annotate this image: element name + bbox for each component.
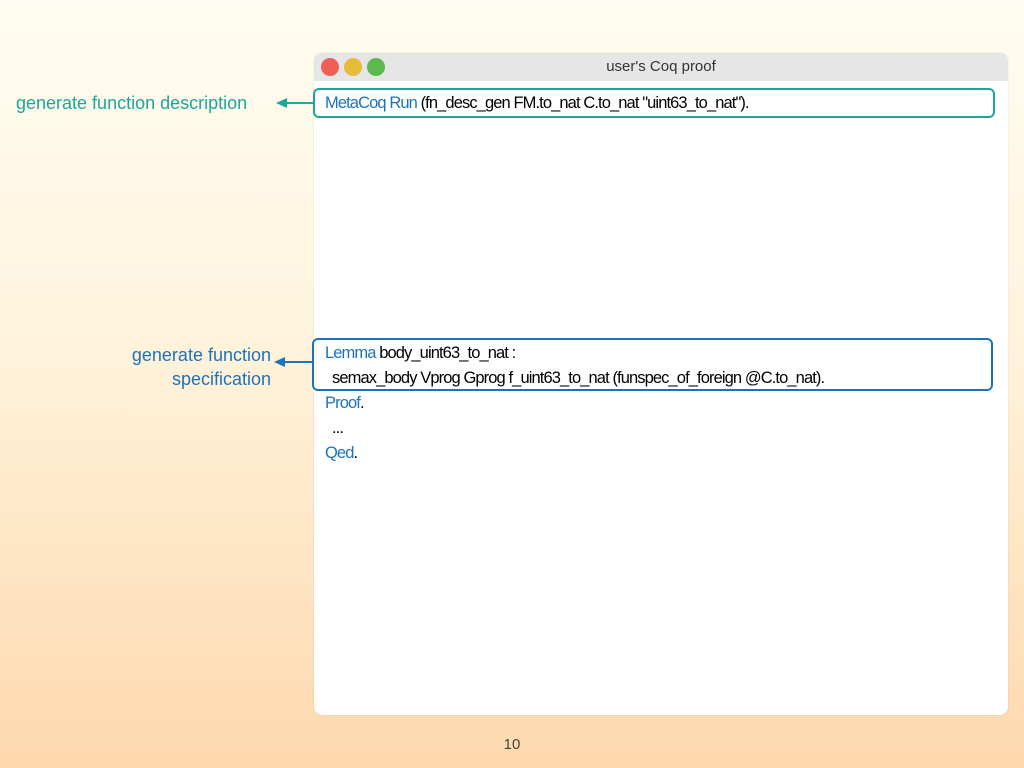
- code-line-ellipsis: ...: [332, 419, 344, 437]
- code-line-qed: Qed.: [325, 444, 359, 463]
- keyword: Qed: [325, 444, 354, 462]
- description-annotation: generate function description: [16, 93, 248, 113]
- code-line-proof: Proof.: [325, 394, 364, 413]
- specification-arrow-icon: [274, 357, 313, 367]
- specification-highlight-box: [312, 338, 993, 391]
- page-number: 10: [503, 736, 521, 753]
- code-text: .: [359, 394, 365, 412]
- keyword: Proof: [325, 394, 361, 412]
- window-title: user's Coq proof: [606, 58, 716, 75]
- code-text: .: [353, 444, 359, 462]
- description-arrow-icon: [276, 98, 314, 108]
- description-highlight-box: [313, 88, 995, 118]
- title-bar: user's Coq proof: [314, 53, 1008, 81]
- specification-annotation-line1: generate function: [131, 345, 271, 365]
- specification-annotation-line2: specification: [171, 369, 271, 389]
